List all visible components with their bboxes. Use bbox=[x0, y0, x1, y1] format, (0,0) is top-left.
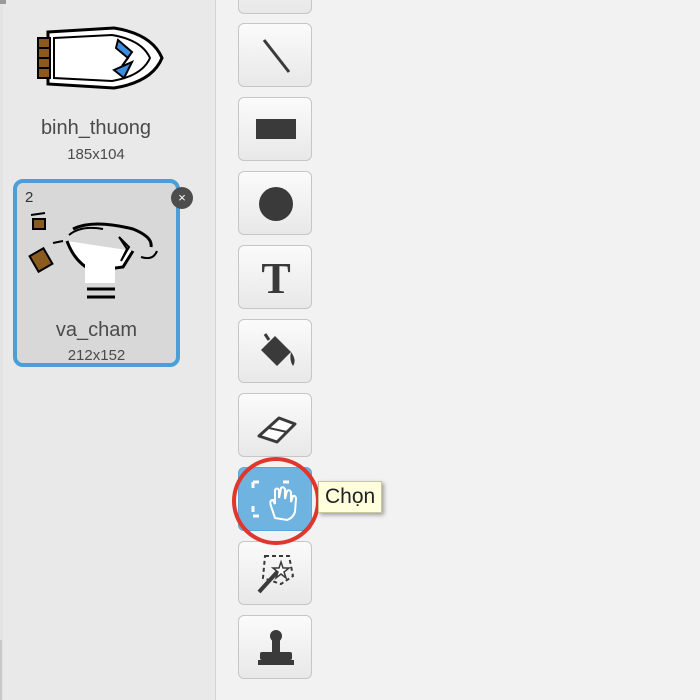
stamp-icon bbox=[258, 630, 294, 665]
boat-costume-thumbnail bbox=[37, 26, 164, 90]
costume-item-binh-thuong[interactable]: binh_thuong 185x104 bbox=[14, 0, 178, 175]
delete-costume-button[interactable]: × bbox=[171, 187, 193, 209]
line-icon bbox=[262, 39, 291, 73]
costume-list-panel: binh_thuong 185x104 2 va_cham 212x152 bbox=[0, 0, 216, 700]
eraser-tool[interactable] bbox=[238, 393, 312, 457]
text-tool[interactable]: T bbox=[238, 245, 312, 309]
panel-edge-marker bbox=[0, 640, 2, 700]
brush-tool-partial[interactable] bbox=[238, 0, 312, 14]
rectangle-icon bbox=[256, 119, 296, 139]
paint-bucket-icon bbox=[261, 333, 295, 366]
magic-wand-icon bbox=[257, 555, 295, 594]
panel-edge bbox=[0, 0, 3, 700]
fill-tool[interactable] bbox=[238, 319, 312, 383]
ellipse-tool[interactable] bbox=[238, 171, 312, 235]
costume-size: 212x152 bbox=[67, 347, 126, 364]
rectangle-tool[interactable] bbox=[238, 97, 312, 161]
scroll-marker bbox=[0, 0, 6, 4]
costume-size: 185x104 bbox=[67, 146, 125, 163]
costume-item-va-cham[interactable]: 2 va_cham 212x152 bbox=[13, 179, 180, 367]
crashed-boat-costume-thumbnail bbox=[28, 212, 158, 299]
magic-select-tool[interactable] bbox=[238, 541, 312, 605]
circle-icon bbox=[259, 187, 293, 221]
eraser-icon bbox=[257, 416, 297, 444]
costume-name: binh_thuong bbox=[40, 117, 152, 139]
line-tool[interactable] bbox=[238, 23, 312, 87]
highlight-circle bbox=[232, 457, 320, 545]
costume-index: 2 bbox=[25, 189, 34, 206]
text-tool-glyph: T bbox=[261, 254, 290, 303]
select-tool-tooltip: Chọn bbox=[318, 481, 383, 513]
text-icon: T bbox=[261, 254, 290, 303]
costume-name: va_cham bbox=[55, 319, 138, 341]
stamp-tool[interactable] bbox=[238, 615, 312, 679]
